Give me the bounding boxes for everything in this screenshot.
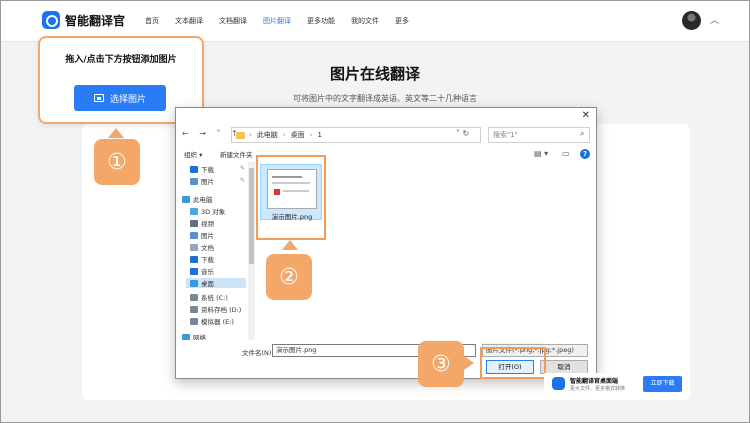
drive-icon	[190, 293, 198, 301]
scrollbar-thumb[interactable]	[249, 168, 254, 264]
sidebar-item-music[interactable]: 音乐	[190, 266, 214, 276]
pictures-icon	[190, 231, 198, 239]
nav-more[interactable]: 更多	[395, 0, 409, 42]
sidebar-item-3d-objects[interactable]: 3D 对象	[190, 206, 225, 216]
drive-icon	[190, 317, 198, 325]
step-2-badge: ②	[266, 254, 312, 300]
download-subtitle: 更大文件、更多格式转换	[570, 386, 626, 392]
sidebar-item-this-pc[interactable]: 此电脑	[182, 194, 213, 204]
search-icon[interactable]: ⌕	[580, 129, 584, 139]
breadcrumb-desktop[interactable]: 桌面	[291, 128, 305, 142]
select-image-button[interactable]: 选择图片	[74, 85, 166, 111]
sidebar-item-desktop[interactable]: 桌面	[186, 278, 246, 288]
pictures-icon	[190, 177, 198, 185]
user-avatar[interactable]	[682, 11, 701, 30]
sidebar-item-downloads-pc[interactable]: 下载	[190, 254, 214, 264]
download-title: 智能翻译官桌面端	[570, 378, 619, 385]
app-logo-icon	[42, 11, 60, 29]
view-options-icon[interactable]: ▤ ▾	[534, 149, 548, 158]
close-icon[interactable]: ✕	[582, 110, 590, 121]
download-icon	[190, 165, 198, 173]
open-button-highlight	[480, 347, 546, 379]
new-folder-button[interactable]: 新建文件夹	[220, 149, 253, 159]
desktop-icon	[190, 279, 198, 287]
pc-icon	[182, 195, 190, 203]
address-row: ← → ˅ ↑ › 此电脑 › 桌面 › 1 ˅ ↻ 搜索"1" ⌕	[176, 126, 596, 144]
sidebar-item-pictures-pc[interactable]: 图片	[190, 230, 214, 240]
nav-my-files[interactable]: 我的文件	[351, 0, 379, 42]
refresh-icon[interactable]: ˅ ↻	[456, 129, 469, 138]
sidebar-item-documents[interactable]: 文档	[190, 242, 214, 252]
upload-hint: 拖入/点击下方按钮添加图片	[65, 55, 177, 65]
documents-icon	[190, 243, 198, 251]
nav-more-features[interactable]: 更多功能	[307, 0, 335, 42]
pin-icon: ✎	[240, 165, 246, 172]
sidebar-item-network[interactable]: 网络	[182, 332, 206, 340]
address-bar[interactable]: › 此电脑 › 桌面 › 1	[231, 127, 481, 143]
breadcrumb-folder[interactable]: 1	[317, 128, 321, 142]
nav-image-translate[interactable]: 图片翻译	[263, 0, 291, 42]
cancel-button[interactable]: 取消	[540, 360, 588, 374]
app-logo[interactable]: 智能翻译官	[42, 11, 125, 29]
sidebar-item-drive-e[interactable]: 模拟器 (E:)	[190, 316, 234, 326]
select-image-label: 选择图片	[109, 94, 146, 105]
chevron-up-icon[interactable]: ︿	[710, 13, 719, 26]
sidebar-item-drive-d[interactable]: 资料存档 (D:)	[190, 304, 241, 314]
desktop-download-banner: 智能翻译官桌面端 更大文件、更多格式转换 立即下载	[544, 373, 690, 395]
download-icon	[190, 255, 198, 263]
navigation-pane: 下载 ✎ 图片 ✎ 此电脑 3D 对象 视频 图片 文档 下载 音乐 桌面 系统…	[182, 162, 248, 340]
step-3-badge: ③	[418, 341, 464, 387]
3d-objects-icon	[190, 207, 198, 215]
music-icon	[190, 267, 198, 275]
drive-icon	[190, 305, 198, 313]
file-highlight	[256, 155, 326, 240]
sidebar-item-videos[interactable]: 视频	[190, 218, 214, 228]
pin-icon: ✎	[240, 177, 246, 184]
app-name: 智能翻译官	[65, 13, 126, 28]
open-file-dialog: ✕ ← → ˅ ↑ › 此电脑 › 桌面 › 1 ˅ ↻ 搜索"1" ⌕ 组织 …	[175, 107, 597, 379]
step3-pointer	[464, 356, 474, 370]
search-input[interactable]: 搜索"1"	[488, 127, 590, 143]
sidebar-scrollbar[interactable]	[248, 162, 255, 340]
sidebar-item-downloads[interactable]: 下载	[190, 164, 214, 174]
breadcrumb-pc[interactable]: 此电脑	[257, 128, 278, 142]
step1-pointer	[108, 128, 124, 138]
folder-icon	[236, 131, 245, 139]
help-icon[interactable]: ?	[580, 149, 590, 159]
nav-document-translate[interactable]: 文档翻译	[219, 0, 247, 42]
filename-label: 文件名(N):	[242, 349, 274, 357]
network-icon	[182, 333, 190, 340]
desktop-app-icon	[552, 377, 565, 390]
download-now-button[interactable]: 立即下载	[643, 376, 682, 392]
sidebar-item-drive-c[interactable]: 系统 (C:)	[190, 292, 228, 302]
step-1-badge: ①	[94, 139, 140, 185]
step2-pointer	[282, 240, 298, 250]
video-icon	[190, 219, 198, 227]
organize-menu[interactable]: 组织 ▾	[184, 149, 202, 159]
dialog-toolbar: 组织 ▾ 新建文件夹 ▤ ▾ ▭ ?	[176, 148, 596, 160]
image-icon	[93, 94, 104, 102]
sidebar-item-pictures[interactable]: 图片	[190, 176, 214, 186]
preview-pane-icon[interactable]: ▭	[562, 149, 570, 158]
